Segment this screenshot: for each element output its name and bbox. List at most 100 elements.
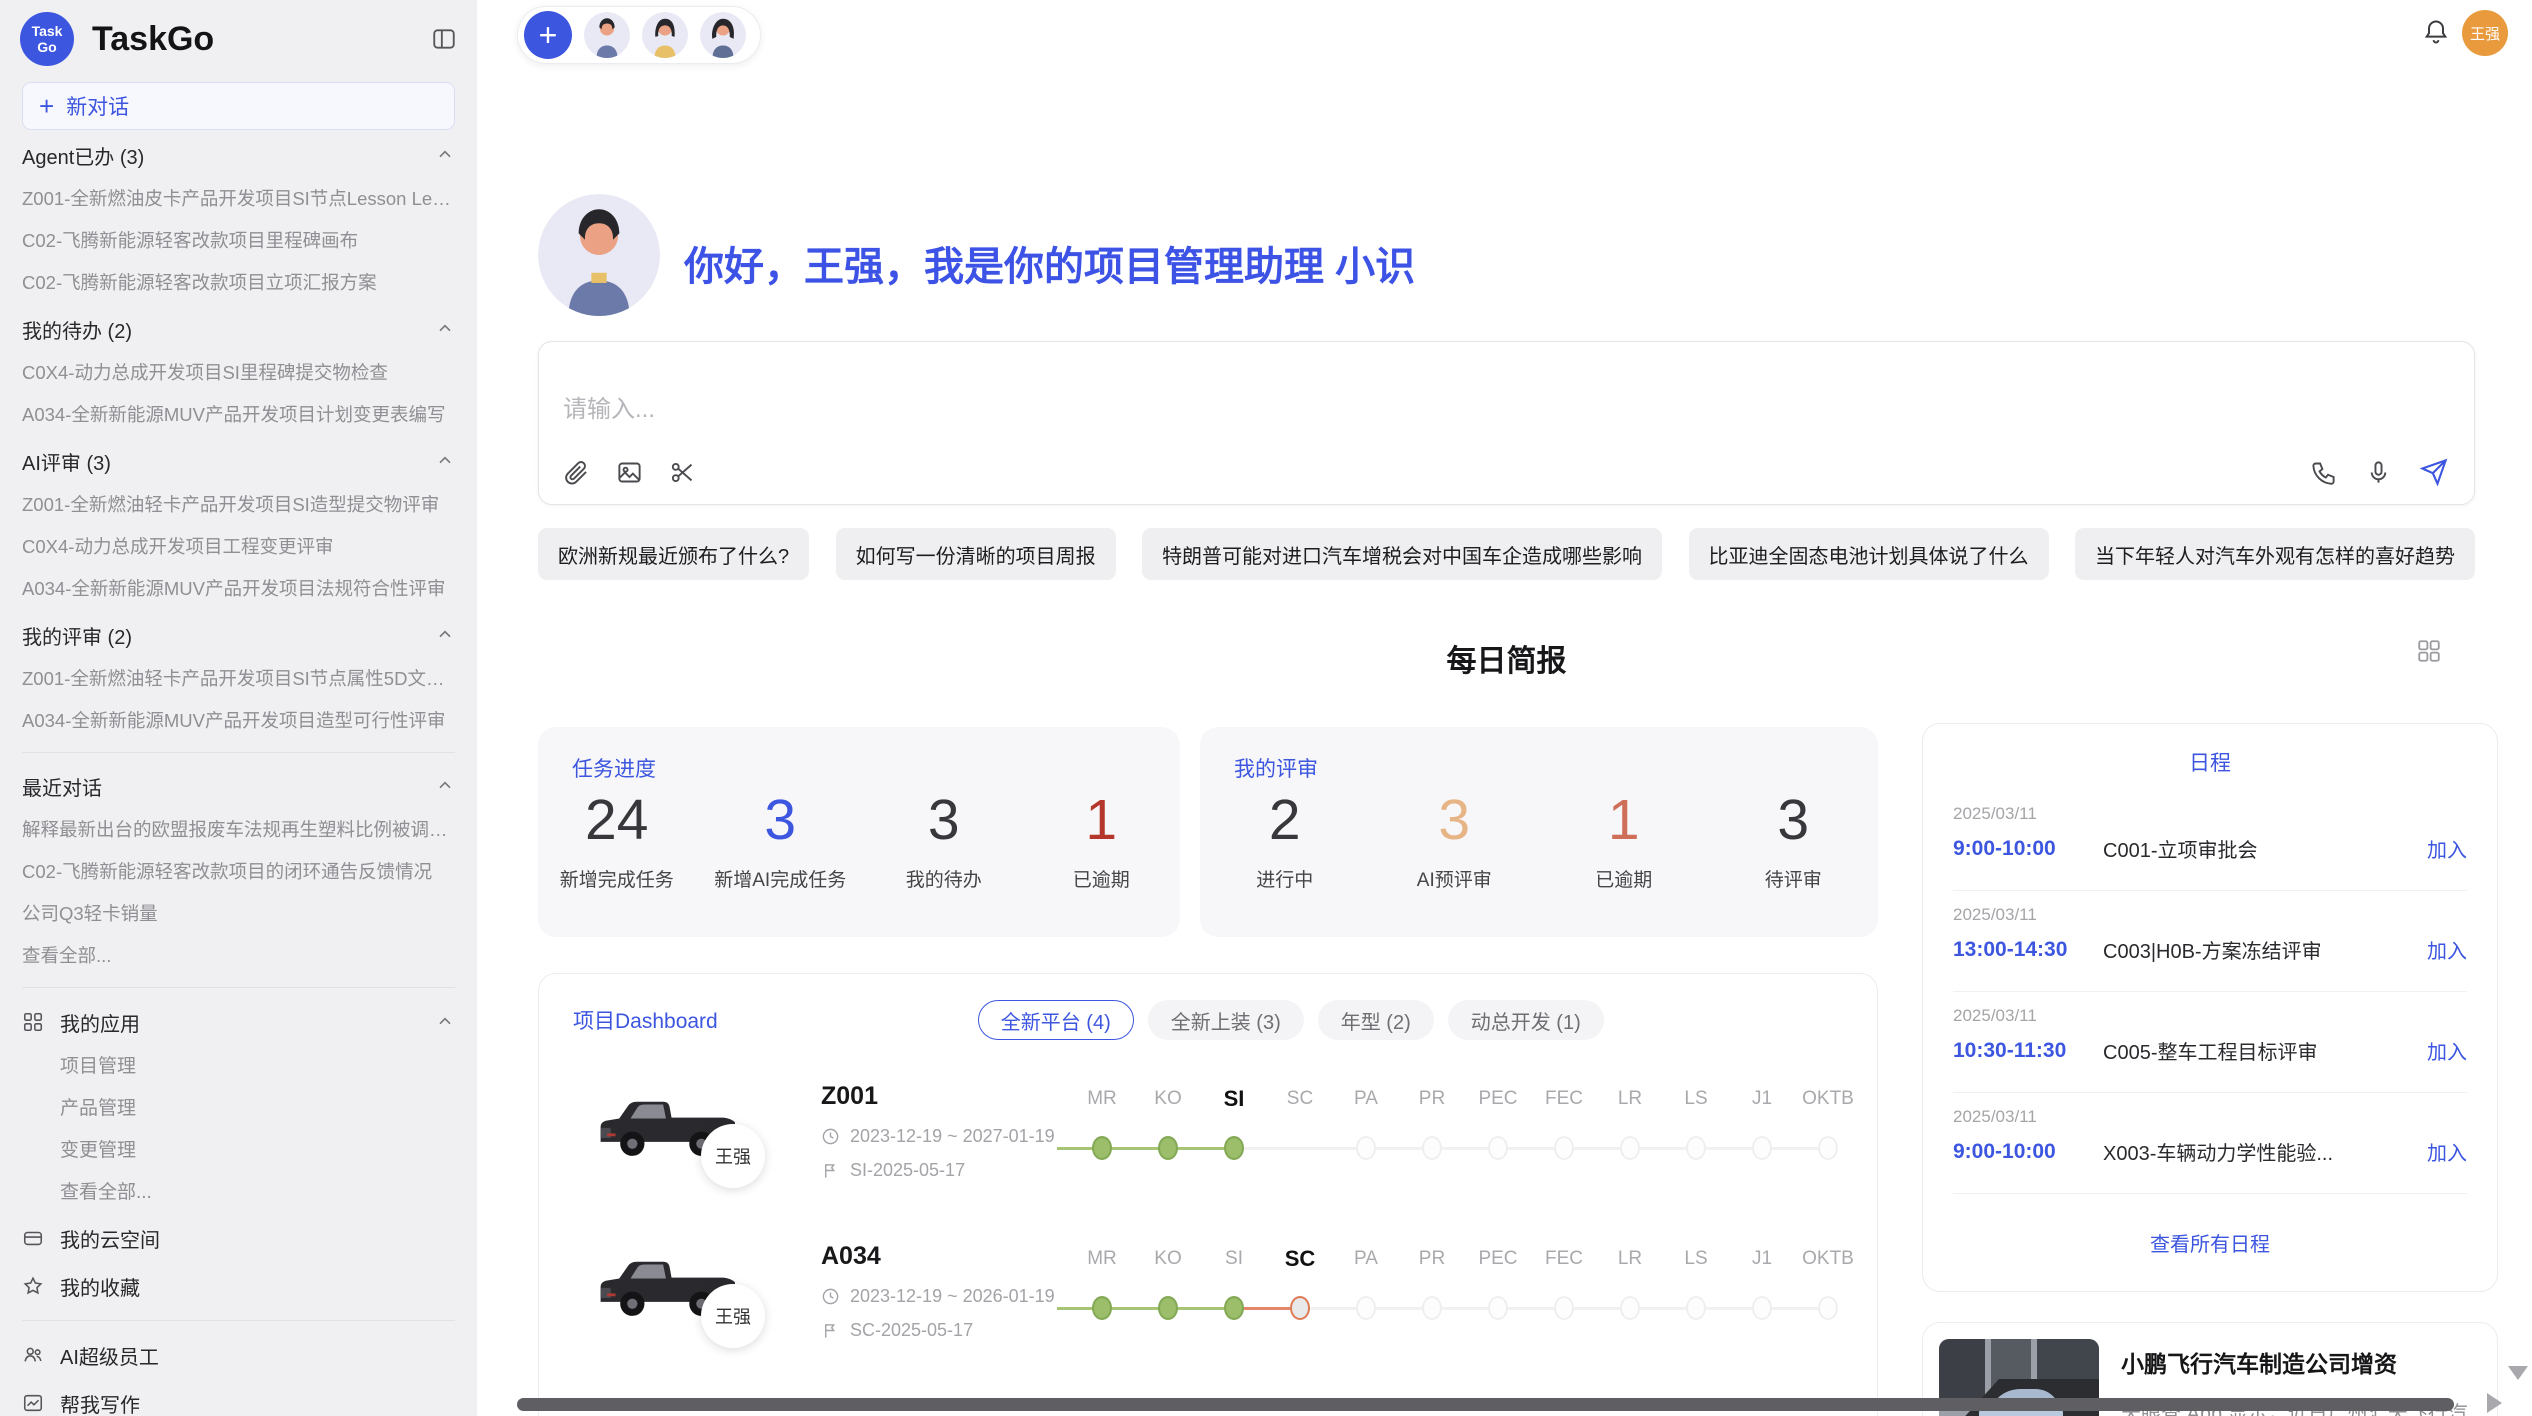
join-link[interactable]: 加入: [2427, 1036, 2467, 1065]
list-item[interactable]: Z001-全新燃油皮卡产品开发项目SI节点Lesson Learn报告: [22, 178, 455, 220]
mic-icon[interactable]: [2365, 459, 2392, 486]
section-title: AI评审 (3): [22, 447, 111, 476]
list-item[interactable]: A034-全新新能源MUV产品开发项目法规符合性评审: [22, 568, 455, 610]
schedule-date: 2025/03/11: [1953, 1107, 2467, 1127]
chevron-up-icon: [435, 319, 455, 339]
section-ai-review[interactable]: AI评审 (3): [22, 438, 455, 484]
logo-line2: Go: [37, 39, 56, 55]
milestone-oktb: OKTB: [1795, 1080, 1861, 1190]
chat-input[interactable]: [563, 396, 2163, 424]
sidebar-collapse-icon[interactable]: [431, 26, 457, 52]
user-avatar[interactable]: 王强: [2462, 10, 2508, 56]
milestone-sc: SC: [1267, 1080, 1333, 1190]
list-item[interactable]: C02-飞腾新能源轻客改款项目里程碑画布: [22, 220, 455, 262]
suggestion-chip[interactable]: 当下年轻人对汽车外观有怎样的喜好趋势: [2075, 528, 2475, 580]
recent-view-all[interactable]: 查看全部...: [22, 935, 455, 977]
milestone-sc: SC: [1267, 1240, 1333, 1350]
milestone-ko: KO: [1135, 1080, 1201, 1190]
list-item[interactable]: Z001-全新燃油轻卡产品开发项目SI节点属性5D文件评审: [22, 658, 455, 700]
layout-grid-icon[interactable]: [2416, 638, 2442, 664]
section-title: 我的待办 (2): [22, 315, 132, 344]
project-date-range: 2023-12-19 ~ 2026-01-19: [821, 1286, 1055, 1307]
join-link[interactable]: 加入: [2427, 834, 2467, 863]
milestone-ko: KO: [1135, 1240, 1201, 1350]
milestone-lr: LR: [1597, 1240, 1663, 1350]
agent-avatar[interactable]: [642, 12, 688, 58]
people-icon: [22, 1344, 44, 1366]
section-title: 最近对话: [22, 772, 102, 801]
writing-icon: [22, 1392, 44, 1414]
filter-tab[interactable]: 全新上装 (3): [1148, 1000, 1304, 1040]
briefing-title: 每日简报: [538, 636, 2475, 680]
sidebar-item-ai-employees[interactable]: AI超级员工: [22, 1331, 455, 1379]
flag-icon: [821, 1161, 840, 1180]
send-icon[interactable]: [2420, 458, 2448, 486]
list-item[interactable]: Z001-全新燃油轻卡产品开发项目SI造型提交物评审: [22, 484, 455, 526]
list-item[interactable]: C02-飞腾新能源轻客改款项目立项汇报方案: [22, 262, 455, 304]
new-chat-button[interactable]: + 新对话: [22, 82, 455, 130]
scroll-right-arrow[interactable]: [2487, 1393, 2502, 1413]
sidebar-item-project-mgmt[interactable]: 项目管理: [22, 1046, 455, 1088]
list-item[interactable]: C0X4-动力总成开发项目SI里程碑提交物检查: [22, 352, 455, 394]
section-recent-chats[interactable]: 最近对话: [22, 763, 455, 809]
input-right-icons: [2310, 458, 2448, 486]
project-dashboard-card: 项目Dashboard 全新平台 (4) 全新上装 (3) 年型 (2) 动总开…: [538, 973, 1878, 1416]
list-item[interactable]: C02-飞腾新能源轻客改款项目的闭环通告反馈情况: [22, 851, 455, 893]
section-agent-done[interactable]: Agent已办 (3): [22, 132, 455, 178]
suggestion-chip[interactable]: 如何写一份清晰的项目周报: [836, 528, 1116, 580]
apps-view-all[interactable]: 查看全部...: [22, 1172, 455, 1214]
notifications-bell-icon[interactable]: [2422, 18, 2450, 46]
sidebar-item-product-mgmt[interactable]: 产品管理: [22, 1088, 455, 1130]
page: Task Go TaskGo + 新对话 Agent已办 (3) Z001-全新…: [0, 0, 2532, 1416]
chevron-up-icon: [435, 776, 455, 796]
sidebar-item-help-write[interactable]: 帮我写作: [22, 1379, 455, 1416]
agent-avatar[interactable]: [700, 12, 746, 58]
filter-tab[interactable]: 动总开发 (1): [1448, 1000, 1604, 1040]
suggestion-chip[interactable]: 比亚迪全固态电池计划具体说了什么: [1689, 528, 2049, 580]
greeting-title: 你好，王强，我是你的项目管理助理 小识: [684, 234, 1415, 292]
list-item[interactable]: C0X4-动力总成开发项目工程变更评审: [22, 526, 455, 568]
list-item[interactable]: A034-全新新能源MUV产品开发项目造型可行性评审: [22, 700, 455, 742]
suggestion-chips: 欧洲新规最近颁布了什么? 如何写一份清晰的项目周报 特朗普可能对进口汽车增税会对…: [538, 528, 2475, 580]
list-item[interactable]: 公司Q3轻卡销量: [22, 893, 455, 935]
apps-grid-icon: [22, 1011, 44, 1033]
sidebar-item-favorites[interactable]: 我的收藏: [22, 1262, 455, 1310]
milestone-chain: MRKOSISCPAPRPECFECLRLSJ1OKTB: [1069, 1240, 1861, 1350]
scissors-icon[interactable]: [669, 459, 696, 486]
project-row[interactable]: 王强 Z001 2023-12-19 ~ 2027-01-19 SI-2025-…: [539, 1074, 1877, 1234]
card-title: 我的评审: [1200, 727, 1878, 783]
project-milestone-flag: SC-2025-05-17: [821, 1320, 973, 1341]
sidebar-item-cloud-space[interactable]: 我的云空间: [22, 1214, 455, 1262]
join-link[interactable]: 加入: [2427, 1137, 2467, 1166]
sidebar: Task Go TaskGo + 新对话 Agent已办 (3) Z001-全新…: [0, 0, 477, 1416]
stat-ai-prereview: 3 AI预评审: [1394, 787, 1514, 892]
view-all-schedule-link[interactable]: 查看所有日程: [1923, 1194, 2497, 1290]
milestone-oktb: OKTB: [1795, 1240, 1861, 1350]
sidebar-item-my-apps[interactable]: 我的应用: [22, 998, 455, 1046]
sidebar-item-change-mgmt[interactable]: 变更管理: [22, 1130, 455, 1172]
horizontal-scrollbar[interactable]: [517, 1398, 2454, 1411]
suggestion-chip[interactable]: 欧洲新规最近颁布了什么?: [538, 528, 809, 580]
my-review-card: 我的评审 2 进行中 3 AI预评审 1 已逾期 3 待评审: [1200, 727, 1878, 937]
milestone-pa: PA: [1333, 1240, 1399, 1350]
stat-my-todo: 3 我的待办: [884, 787, 1004, 892]
list-item[interactable]: 解释最新出台的欧盟报废车法规再生塑料比例被调至15%...: [22, 809, 455, 851]
scroll-down-arrow[interactable]: [2508, 1366, 2528, 1380]
attachment-icon[interactable]: [563, 459, 590, 486]
schedule-event-title: C003|H0B-方案冻结评审: [2103, 935, 2427, 964]
phone-icon[interactable]: [2310, 459, 2337, 486]
stat-overdue: 1 已逾期: [1041, 787, 1161, 892]
schedule-date: 2025/03/11: [1953, 1006, 2467, 1026]
list-item[interactable]: A034-全新新能源MUV产品开发项目计划变更表编写: [22, 394, 455, 436]
filter-tab[interactable]: 年型 (2): [1318, 1000, 1434, 1040]
image-icon[interactable]: [616, 459, 643, 486]
join-link[interactable]: 加入: [2427, 935, 2467, 964]
section-my-review[interactable]: 我的评审 (2): [22, 612, 455, 658]
filter-tab[interactable]: 全新平台 (4): [978, 1000, 1134, 1040]
project-row[interactable]: 王强 A034 2023-12-19 ~ 2026-01-19 SC-2025-…: [539, 1234, 1877, 1394]
agent-avatar[interactable]: [584, 12, 630, 58]
add-agent-button[interactable]: +: [524, 11, 572, 59]
section-my-todo[interactable]: 我的待办 (2): [22, 306, 455, 352]
section-title: 我的评审 (2): [22, 621, 132, 650]
suggestion-chip[interactable]: 特朗普可能对进口汽车增税会对中国车企造成哪些影响: [1142, 528, 1662, 580]
